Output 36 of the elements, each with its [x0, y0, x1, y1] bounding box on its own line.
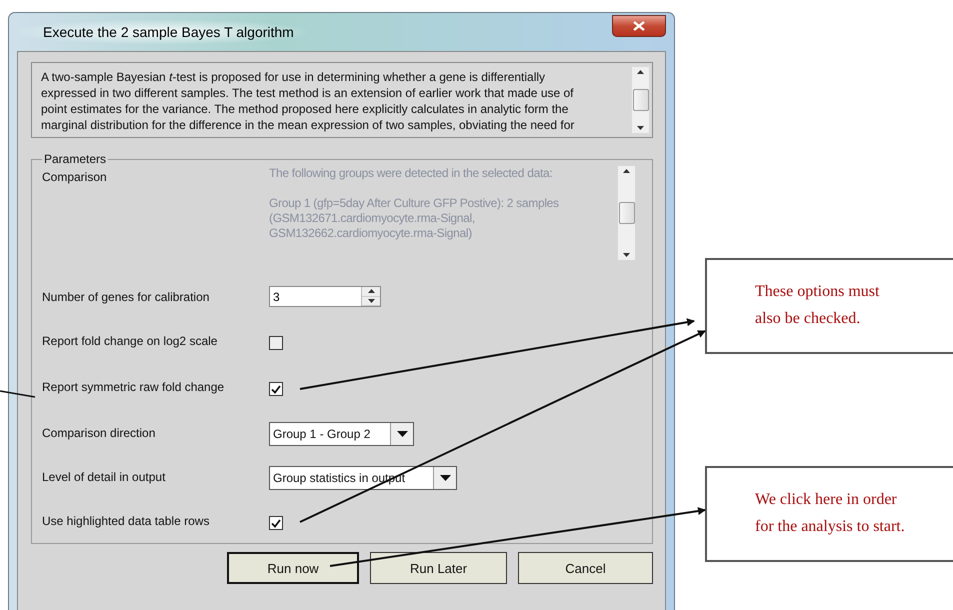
description-text: A two-sample Bayesian t-test is proposed for use in determining whether a gene is differentially expressed in two different samples. The test method is an extension of earlier work that made use of point estimates for the variance. The method proposed here explicitly calculates in analytic form the marginal distribution for the difference in the mean expression of two samples, obviating the need for	[41, 69, 576, 134]
number-spinner[interactable]: 3	[269, 286, 381, 307]
up-arrow-icon[interactable]	[368, 289, 374, 294]
parameter-label: Number of genes for calibration	[42, 289, 210, 304]
dialog-button[interactable]: Run Later	[370, 552, 508, 584]
scrollbar[interactable]	[632, 67, 649, 133]
parameter-label: Use highlighted data table rows	[42, 513, 210, 528]
scrollbar[interactable]	[618, 166, 635, 260]
parameter-label: Report fold change on log2 scale	[42, 333, 218, 348]
parameter-label: Comparison	[42, 169, 108, 184]
scroll-thumb[interactable]	[632, 89, 648, 111]
checkbox[interactable]	[269, 382, 283, 396]
list-text: The following groups were detected in the selected data:	[269, 166, 554, 181]
close-button[interactable]	[612, 15, 666, 37]
dialog-button[interactable]: Cancel	[518, 552, 653, 584]
dropdown[interactable]: Group 1 - Group 2	[269, 422, 414, 446]
parameter-label: Comparison direction	[42, 425, 156, 440]
up-arrow-icon[interactable]	[637, 70, 644, 74]
down-arrow-icon[interactable]	[637, 126, 644, 130]
parameter-label: Level of detail in output	[42, 469, 166, 484]
dialog-button[interactable]: Run now	[227, 552, 360, 584]
parameter-label: Report symmetric raw fold change	[42, 379, 226, 394]
list-text: Group 1 (gfp=5day After Culture GFP Postive): 2 samples (GSM132671.cardiomyocyte.rma-Signal, GSM132662.cardiomyocyte.rma-Signal)	[269, 196, 560, 241]
close-icon	[633, 21, 645, 31]
caret-icon	[396, 431, 408, 437]
down-arrow-icon[interactable]	[623, 253, 630, 257]
group-legend: Parameters	[42, 152, 108, 166]
leader-line	[0, 390, 36, 398]
callout-text: We click here in order for the analysis to start.	[755, 490, 906, 537]
checkbox[interactable]	[269, 336, 283, 350]
callout-text: These options must also be checked.	[755, 282, 880, 329]
checkbox[interactable]	[269, 516, 283, 530]
down-arrow-icon[interactable]	[368, 298, 374, 303]
scroll-thumb[interactable]	[618, 202, 634, 224]
caret-icon	[440, 475, 450, 481]
up-arrow-icon[interactable]	[623, 169, 630, 173]
